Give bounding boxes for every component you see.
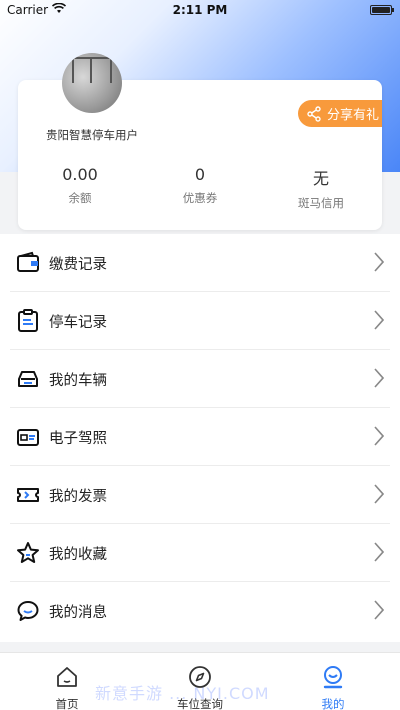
menu-item-messages[interactable]: 我的消息 xyxy=(0,582,400,640)
menu-label: 我的车辆 xyxy=(49,373,107,389)
status-bar: Carrier 2:11 PM xyxy=(0,0,400,22)
menu-item-payment-records[interactable]: 缴费记录 xyxy=(0,234,400,292)
menu-item-e-license[interactable]: 电子驾照 xyxy=(0,408,400,466)
stat-coupons[interactable]: 0 优惠券 xyxy=(150,165,250,206)
balance-label: 余额 xyxy=(68,191,92,205)
chevron-right-icon xyxy=(374,310,385,334)
coupons-value: 0 xyxy=(194,165,206,184)
id-card-icon xyxy=(16,425,40,449)
share-label: 分享有礼 xyxy=(327,108,380,123)
chevron-right-icon xyxy=(374,426,385,450)
menu-item-parking-records[interactable]: 停车记录 xyxy=(0,292,400,350)
avatar[interactable] xyxy=(62,53,122,113)
menu-label: 停车记录 xyxy=(49,315,107,331)
tab-profile[interactable]: 我的 xyxy=(293,665,373,710)
menu-label: 我的收藏 xyxy=(49,547,107,563)
car-icon xyxy=(16,367,40,391)
ticket-icon xyxy=(16,483,40,507)
wallet-icon xyxy=(16,251,40,275)
stat-balance[interactable]: 0.00 余额 xyxy=(30,165,130,206)
star-icon xyxy=(16,541,40,565)
battery-icon xyxy=(370,5,394,15)
share-button[interactable]: 分享有礼 xyxy=(298,100,382,127)
chevron-right-icon xyxy=(374,252,385,276)
menu-label: 我的消息 xyxy=(49,605,107,621)
user-icon xyxy=(293,665,373,689)
chevron-right-icon xyxy=(374,484,385,508)
credit-label: 斑马信用 xyxy=(298,196,344,210)
menu-item-invoices[interactable]: 我的发票 xyxy=(0,466,400,524)
credit-value: 无 xyxy=(312,169,329,188)
menu-label: 电子驾照 xyxy=(49,431,107,447)
balance-value: 0.00 xyxy=(62,165,98,184)
chevron-right-icon xyxy=(374,368,385,392)
share-icon xyxy=(307,105,321,122)
menu-label: 我的发票 xyxy=(49,489,107,505)
menu-item-favorites[interactable]: 我的收藏 xyxy=(0,524,400,582)
clipboard-icon xyxy=(16,309,40,333)
menu-list: 缴费记录 停车记录 我的车辆 电子驾照 我的发票 我的收藏 我的消息 xyxy=(0,234,400,642)
chevron-right-icon xyxy=(374,542,385,566)
menu-item-my-vehicles[interactable]: 我的车辆 xyxy=(0,350,400,408)
chevron-right-icon xyxy=(374,600,385,624)
message-icon xyxy=(16,599,40,623)
tab-label: 我的 xyxy=(321,697,345,710)
watermark: 新意手游 ... NYI.COM xyxy=(95,684,270,703)
coupons-label: 优惠券 xyxy=(182,191,218,205)
clock: 2:11 PM xyxy=(172,3,228,17)
stat-credit[interactable]: 无 斑马信用 xyxy=(271,165,371,211)
menu-label: 缴费记录 xyxy=(49,257,107,273)
username: 贵阳智慧停车用户 xyxy=(46,128,138,142)
